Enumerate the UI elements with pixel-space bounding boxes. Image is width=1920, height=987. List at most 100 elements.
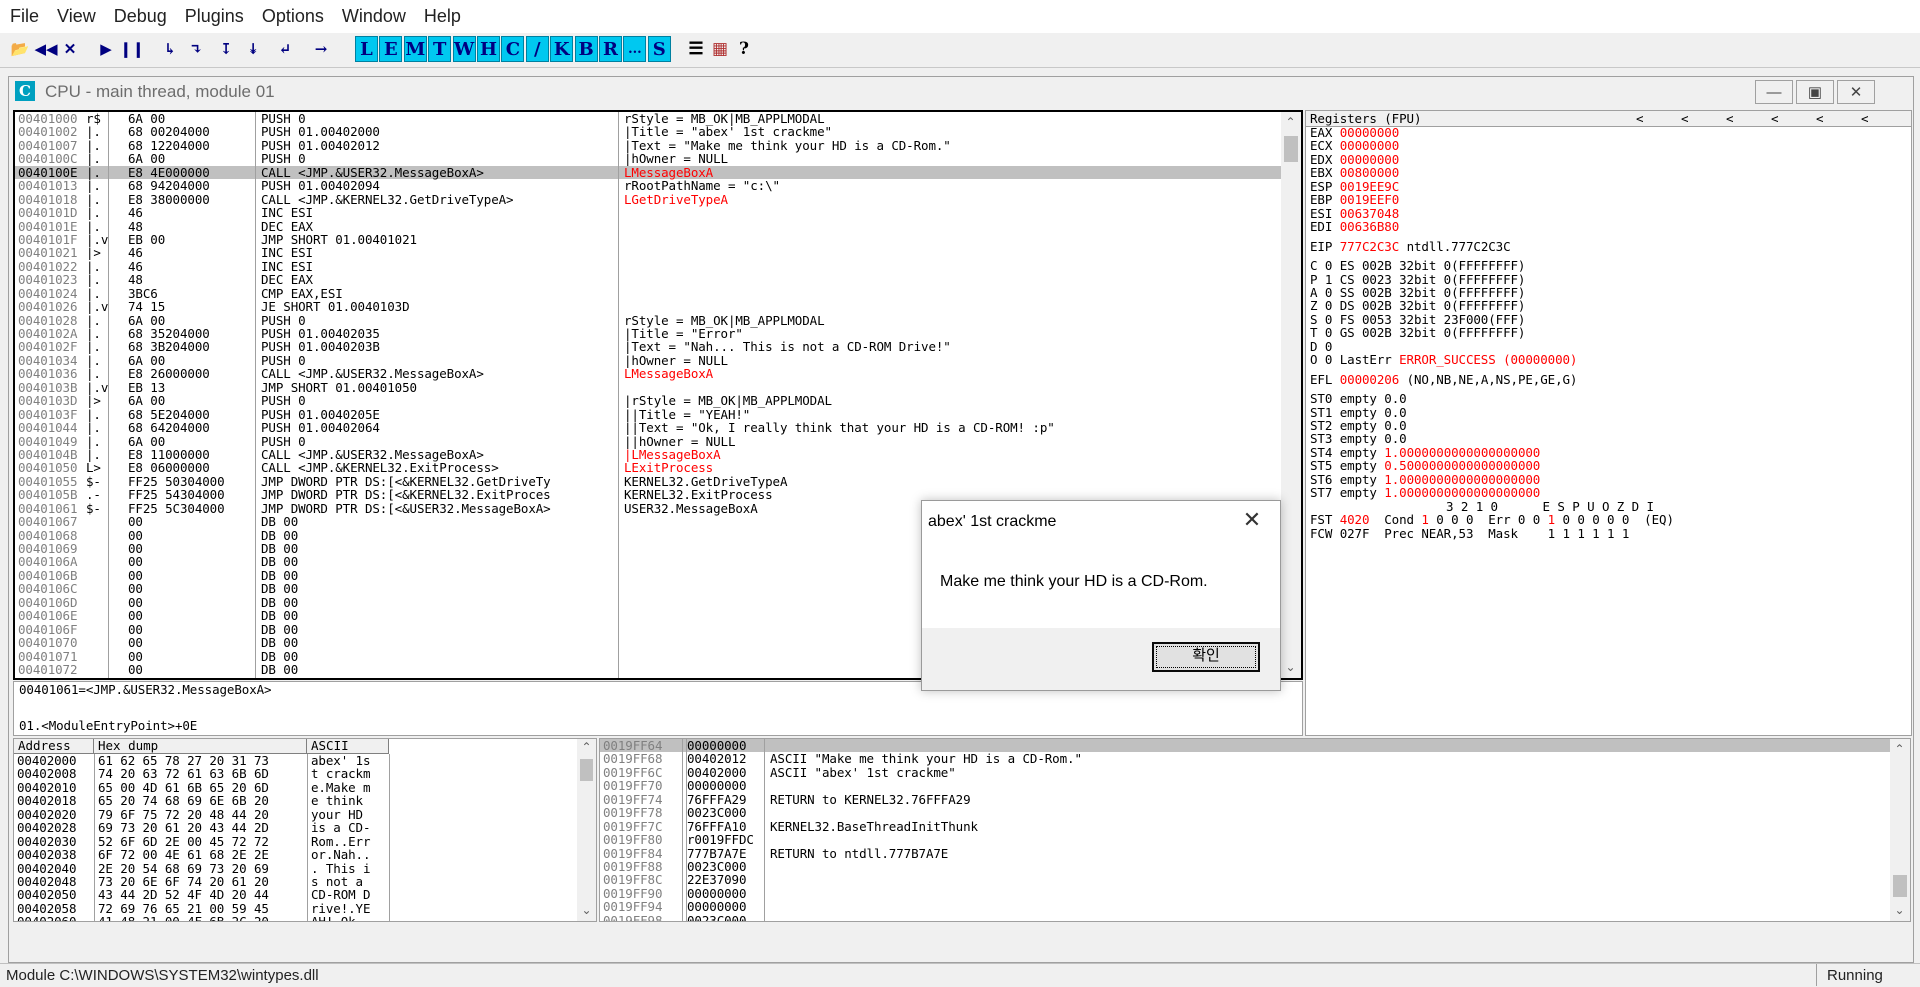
register-arrows[interactable]: < < < < < < (1636, 111, 1906, 126)
disassembly-scrollbar[interactable]: ⌃ ⌄ (1281, 112, 1301, 678)
toolbar-letter-button[interactable]: / (525, 36, 549, 62)
disasm-row[interactable]: 0040100C |. 6A 00 PUSH 0 |hOwner = NULL (15, 152, 1281, 166)
register-row[interactable]: ECX 00000000 (1310, 139, 1399, 152)
register-scroll-left-icon[interactable]: < (1636, 112, 1644, 126)
stack-row[interactable]: 0019FF94 00000000 (600, 900, 1890, 914)
efl-row[interactable]: EFL 00000206 (NO,NB,NE,A,NS,PE,GE,G) (1310, 372, 1577, 386)
flag-row[interactable]: C 0 ES 002B 32bit 0(FFFFFFFF) (1310, 259, 1525, 272)
restore-button[interactable]: ▣ (1796, 80, 1834, 104)
help-button[interactable]: ? (731, 36, 757, 62)
disasm-row[interactable]: 00401055 $- FF25 50304000 JMP DWORD PTR DS:… (15, 474, 1281, 488)
register-row[interactable]: EBP 0019EEF0 (1310, 193, 1399, 206)
stack-scroll-up-icon[interactable]: ⌃ (1891, 741, 1908, 758)
dump-scroll-up-icon[interactable]: ⌃ (578, 739, 595, 756)
toolbar-letter-button[interactable]: W (452, 36, 476, 62)
hex-dump-pane[interactable]: Address Hex dump ASCII 00402000 61 62 65 … (13, 738, 597, 922)
disasm-row[interactable]: 00401013 |. 68 94204000 PUSH 01.00402094 rRo… (15, 179, 1281, 193)
flag-row[interactable]: A 0 SS 002B 32bit 0(FFFFFFFF) (1310, 286, 1525, 299)
toolbar-letter-button[interactable]: K (550, 36, 574, 62)
toolbar-letter-button[interactable]: ... (623, 36, 647, 62)
stack-row[interactable]: 0019FF88 0023C000 (600, 859, 1890, 873)
flag-row[interactable]: T 0 GS 002B 32bit 0(FFFFFFFF) (1310, 326, 1525, 339)
disasm-row[interactable]: 00401018 |. E8 38000000 CALL <JMP.&KERNEL32… (15, 192, 1281, 206)
flag-row[interactable]: D 0 (1310, 340, 1340, 353)
stack-scrollbar[interactable]: ⌃ ⌄ (1890, 739, 1910, 921)
disasm-row[interactable]: 00401007 |. 68 12204000 PUSH 01.00402012 |Te… (15, 138, 1281, 152)
stack-row[interactable]: 0019FF80 r0019FFDC (600, 833, 1890, 847)
cpu-window-titlebar[interactable]: C CPU - main thread, module 01 — ▣ ✕ (9, 77, 1913, 107)
close-window-button[interactable]: ✕ (1837, 80, 1875, 104)
stack-row[interactable]: 0019FF6C 00402000 ASCII "abex' 1st crackme… (600, 765, 1890, 779)
trace-into-button[interactable]: ↧ (213, 36, 239, 62)
register-row[interactable]: EAX 00000000 (1310, 126, 1399, 139)
register-row[interactable]: ESI 00637048 (1310, 206, 1399, 220)
disasm-row[interactable]: 0040101E |. 48 DEC EAX (15, 219, 1281, 233)
fpu-row[interactable]: ST6 empty 1.0000000000000000000 (1310, 473, 1540, 486)
menu-help[interactable]: Help (414, 0, 469, 33)
register-row-eip[interactable]: EIP 777C2C3C ntdll.777C2C3C (1310, 239, 1511, 253)
menu-view[interactable]: View (47, 0, 104, 33)
toolbar-letter-button[interactable]: M (403, 36, 427, 62)
execute-till-return-button[interactable]: ↵ (272, 36, 298, 62)
registers-pane[interactable]: Registers (FPU) < < < < < < EAX 00000000 ECX 0… (1305, 110, 1912, 736)
register-scroll-left-icon[interactable]: < (1861, 112, 1869, 126)
flag-row[interactable]: S 0 FS 0053 32bit 23F000(FFF) (1310, 313, 1525, 326)
menu-window[interactable]: Window (332, 0, 414, 33)
pause-button[interactable]: ❙❙ (119, 36, 145, 62)
disasm-row[interactable]: 00401000 r$ 6A 00 PUSH 0 rStyle = MB_OK|MB_A… (15, 112, 1281, 125)
register-row[interactable]: EBX 00800000 (1310, 166, 1399, 179)
goto-button[interactable]: → (308, 36, 334, 62)
scroll-down-icon[interactable]: ⌄ (1282, 659, 1299, 676)
disasm-row[interactable]: 0040102A |. 68 35204000 PUSH 01.00402035 |Ti… (15, 327, 1281, 341)
trace-over-button[interactable]: ↡ (240, 36, 266, 62)
flag-row[interactable]: Z 0 DS 002B 32bit 0(FFFFFFFF) (1310, 299, 1525, 312)
disasm-row[interactable]: 00401024 |. 3BC6 CMP EAX,ESI (15, 286, 1281, 300)
disasm-row[interactable]: 00401022 |. 46 INC ESI (15, 259, 1281, 273)
flag-row[interactable]: P 1 CS 0023 32bit 0(FFFFFFFF) (1310, 272, 1525, 286)
stack-row[interactable]: 0019FF74 76FFFA29 RETURN to KERNEL32.76FFF… (600, 792, 1890, 806)
toolbar-letter-button[interactable]: E (379, 36, 403, 62)
disasm-row[interactable]: 00401034 |. 6A 00 PUSH 0 |hOwner = NULL (15, 353, 1281, 367)
disasm-row[interactable]: 00401044 |. 68 64204000 PUSH 01.00402064 ||T… (15, 421, 1281, 435)
stack-row[interactable]: 0019FF70 00000000 (600, 779, 1890, 793)
toolbar-letter-button[interactable]: H (477, 36, 500, 62)
minimize-button[interactable]: — (1755, 80, 1793, 104)
toolbar-letter-button[interactable]: L (355, 36, 378, 62)
disasm-row[interactable]: 00401021 |> 46 INC ESI (15, 246, 1281, 260)
dump-scrollbar[interactable]: ⌃ ⌄ (577, 739, 596, 921)
stack-row[interactable]: 0019FF90 00000000 (600, 886, 1890, 900)
run-button[interactable]: ▶ (93, 36, 119, 62)
disasm-row[interactable]: 00401036 |. E8 26000000 CALL <JMP.&USER32.M… (15, 367, 1281, 381)
open-button[interactable]: 📂 (7, 36, 33, 62)
toolbar-letter-button[interactable]: S (647, 36, 671, 62)
register-scroll-left-icon[interactable]: < (1771, 112, 1779, 126)
scroll-up-icon[interactable]: ⌃ (1282, 114, 1299, 131)
stack-scroll-down-icon[interactable]: ⌄ (1891, 902, 1908, 919)
fpu-row[interactable]: ST1 empty 0.0 (1310, 405, 1407, 419)
disasm-row[interactable]: 0040100E |. E8 4E000000 CALL <JMP.&USER32.M… (15, 165, 1281, 179)
disasm-row[interactable]: 00401023 |. 48 DEC EAX (15, 273, 1281, 287)
disasm-row[interactable]: 00401050 L> E8 06000000 CALL <JMP.&KERNEL32… (15, 461, 1281, 475)
register-scroll-left-icon[interactable]: < (1681, 112, 1689, 126)
disasm-row[interactable]: 00401049 |. 6A 00 PUSH 0 ||hOwner = NULL (15, 434, 1281, 448)
fst-row[interactable]: FST 4020 Cond 1 0 0 0 Err 0 0 1 0 0 0 0 … (1310, 513, 1674, 526)
stack-scroll-thumb[interactable] (1893, 875, 1907, 897)
toolbar-letter-button[interactable]: R (599, 36, 622, 62)
register-scroll-left-icon[interactable]: < (1816, 112, 1824, 126)
disasm-row[interactable]: 00401002 |. 68 00204000 PUSH 01.00402000 |Ti… (15, 125, 1281, 139)
flag-row[interactable]: O 0 LastErr ERROR_SUCCESS (00000000) (1310, 353, 1577, 366)
stack-row[interactable]: 0019FF64 00000000 (600, 739, 1890, 752)
disasm-row[interactable]: 0040103D |> 6A 00 PUSH 0 |rStyle = MB_OK|MB_… (15, 394, 1281, 408)
fcw-row[interactable]: FCW 027F Prec NEAR,53 Mask 1 1 1 1 1 1 (1310, 526, 1629, 540)
disasm-row[interactable]: 0040102F |. 68 3B204000 PUSH 01.0040203B |Te… (15, 340, 1281, 354)
dump-scroll-thumb[interactable] (580, 759, 593, 781)
list-button[interactable]: ☰ (683, 36, 709, 62)
dump-header-address[interactable]: Address (14, 739, 94, 754)
close-button[interactable]: ✕ (57, 36, 83, 62)
stack-row[interactable]: 0019FF8C 22E37090 (600, 873, 1890, 887)
disasm-row[interactable]: 00401026 |.v 74 15 JE SHORT 01.0040103D (15, 300, 1281, 314)
disasm-row[interactable]: 0040103B |.v EB 13 JMP SHORT 01.00401050 (15, 380, 1281, 394)
stack-row[interactable]: 0019FF68 00402012 ASCII "Make me think you… (600, 752, 1890, 766)
step-into-button[interactable]: ↳ (157, 36, 183, 62)
dialog-close-button[interactable]: ✕ (1232, 505, 1272, 535)
